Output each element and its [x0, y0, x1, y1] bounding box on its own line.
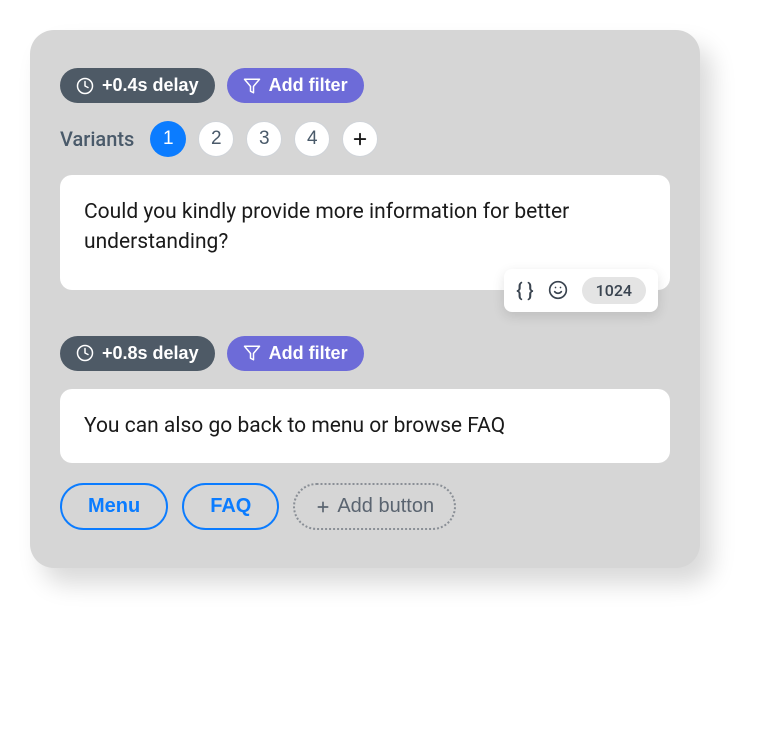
message-text-2[interactable]: You can also go back to menu or browse F… — [60, 389, 670, 463]
delay-pill-2[interactable]: +0.8s delay — [60, 336, 215, 371]
delay-pill[interactable]: +0.4s delay — [60, 68, 215, 103]
add-button[interactable]: Add button — [293, 483, 456, 530]
variants-row: Variants 1 2 3 4 — [60, 121, 670, 157]
button-row: Menu FAQ Add button — [60, 483, 670, 530]
variant-tab-3[interactable]: 3 — [246, 121, 282, 157]
emoji-icon[interactable] — [548, 280, 568, 300]
variant-tab-4[interactable]: 4 — [294, 121, 330, 157]
filter-icon — [243, 344, 261, 362]
menu-button[interactable]: Menu — [60, 483, 168, 530]
delay-label-2: +0.8s delay — [102, 343, 199, 364]
braces-icon[interactable]: { } — [516, 279, 533, 302]
message-toolbar: { } 1024 — [504, 269, 658, 312]
add-button-label: Add button — [337, 495, 434, 518]
delay-label: +0.4s delay — [102, 75, 199, 96]
add-filter-label: Add filter — [269, 75, 348, 96]
variant-tab-1[interactable]: 1 — [150, 121, 186, 157]
editor-card: +0.4s delay Add filter Variants 1 2 3 4 … — [30, 30, 700, 568]
add-filter-button[interactable]: Add filter — [227, 68, 364, 103]
plus-icon — [351, 130, 369, 148]
variant-add-button[interactable] — [342, 121, 378, 157]
plus-icon — [315, 499, 331, 515]
add-filter-label-2: Add filter — [269, 343, 348, 364]
char-count: 1024 — [582, 277, 646, 304]
message-block-1: Could you kindly provide more informatio… — [60, 175, 670, 290]
variant-tab-2[interactable]: 2 — [198, 121, 234, 157]
variants-label: Variants — [60, 127, 134, 151]
section2: +0.8s delay Add filter You can also go b… — [60, 336, 670, 530]
faq-button[interactable]: FAQ — [182, 483, 279, 530]
clock-icon — [76, 344, 94, 362]
clock-icon — [76, 77, 94, 95]
add-filter-button-2[interactable]: Add filter — [227, 336, 364, 371]
filter-icon — [243, 77, 261, 95]
section1-controls: +0.4s delay Add filter — [60, 68, 670, 103]
section2-controls: +0.8s delay Add filter — [60, 336, 670, 371]
